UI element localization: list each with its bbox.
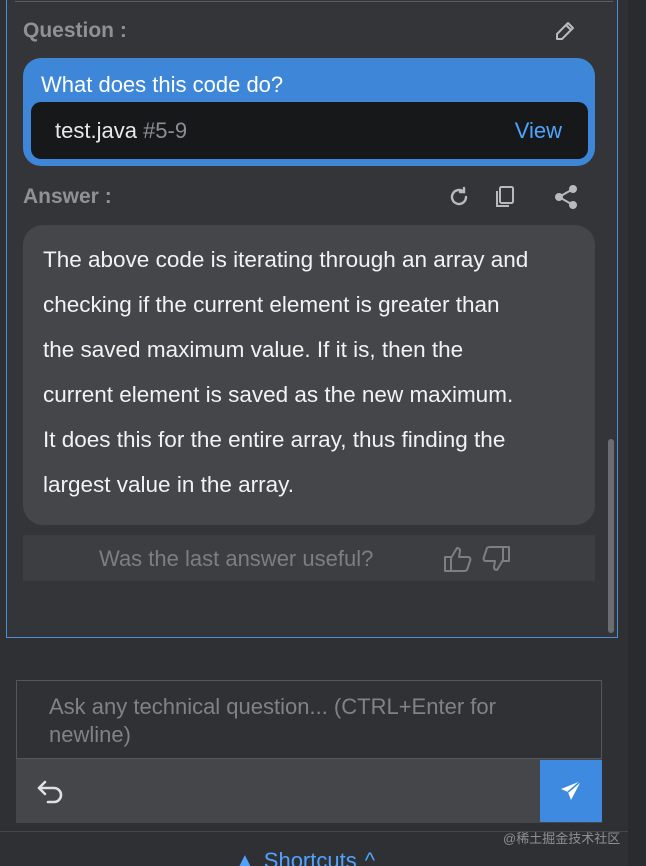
line-range: #5-9 <box>143 118 188 143</box>
input-toolbar <box>16 759 602 823</box>
answer-line: the saved maximum value. If it is, then … <box>43 337 464 362</box>
refresh-icon[interactable] <box>444 182 474 212</box>
answer-line: largest value in the array. <box>43 472 294 497</box>
answer-line: checking if the current element is great… <box>43 292 500 317</box>
shortcuts-toggle[interactable]: ▲ Shortcuts ^ <box>234 848 375 866</box>
send-button[interactable] <box>540 760 602 822</box>
view-link[interactable]: View <box>515 118 562 144</box>
watermark: @稀土掘金技术社区 <box>503 831 621 846</box>
question-card: What does this code do? test.java #5-9 V… <box>23 58 595 166</box>
copy-icon[interactable] <box>490 182 520 212</box>
send-icon <box>561 780 582 800</box>
answer-label: Answer : <box>23 185 112 208</box>
feedback-prompt: Was the last answer useful? <box>99 546 374 571</box>
share-icon[interactable] <box>551 182 581 212</box>
answer-text: The above code is iterating through an a… <box>43 237 588 507</box>
shortcuts-label: Shortcuts <box>263 848 357 866</box>
feedback-bar: Was the last answer useful? <box>23 535 595 581</box>
pencil-icon[interactable] <box>551 17 579 45</box>
scrollbar-thumb[interactable] <box>608 439 614 633</box>
thumbs-down-icon[interactable] <box>479 542 513 576</box>
right-rail <box>628 0 646 866</box>
answer-line: The above code is iterating through an a… <box>43 247 529 272</box>
caret-up-icon: ^ <box>364 848 376 866</box>
answer-line: It does this for the entire array, thus … <box>43 427 506 452</box>
answer-card: The above code is iterating through an a… <box>23 225 595 525</box>
chevron-up-icon: ▲ <box>234 848 256 866</box>
question-label: Question : <box>23 19 127 42</box>
undo-icon[interactable] <box>34 776 68 806</box>
code-reference: test.java #5-9 View <box>31 102 588 159</box>
thumbs-up-icon[interactable] <box>441 542 475 576</box>
input-placeholder: Ask any technical question... (CTRL+Ente… <box>49 694 496 747</box>
chat-panel: Question : What does this code do? test.… <box>6 0 618 638</box>
top-divider <box>15 1 613 2</box>
question-text: What does this code do? <box>41 72 284 97</box>
file-name: test.java <box>55 118 137 143</box>
question-input[interactable]: Ask any technical question... (CTRL+Ente… <box>16 680 602 759</box>
file-reference: test.java #5-9 <box>55 118 187 144</box>
answer-line: current element is saved as the new maxi… <box>43 382 514 407</box>
